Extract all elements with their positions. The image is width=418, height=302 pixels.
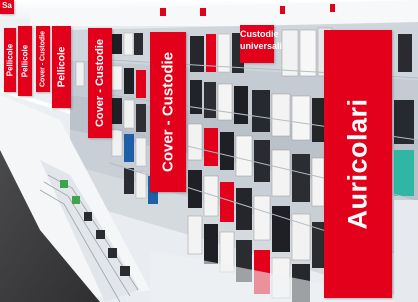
sign-pellicole-2: Pellicole <box>18 26 32 96</box>
store-aisle-photo: Sa Pellicole Pellicole Pellicole Cover -… <box>0 0 418 302</box>
sign-pellicole-1: Pellicole <box>4 28 16 92</box>
sign-cover-custodie-2: Cover - Custodie <box>88 28 112 138</box>
sign-cover-custodie-3-text: Cover - Custodie <box>159 51 177 173</box>
sign-cover-custodie-1: Cover - Custodie <box>36 26 50 92</box>
sign-custodie-universali-line2: universali <box>240 41 283 51</box>
sign-cover-custodie-3: Cover - Custodie <box>150 32 186 192</box>
sign-corner: Sa <box>0 0 14 14</box>
sign-pellicole-2-text: Pellicole <box>20 44 30 78</box>
sign-corner-text: Sa <box>2 1 12 10</box>
sign-pellicole-3: Pellicole <box>52 26 71 108</box>
sign-auricolari-text: Auricolari <box>342 98 373 230</box>
sign-pellicole-3-text: Pellicole <box>56 46 67 88</box>
sign-pellicole-1-text: Pellicole <box>5 43 15 77</box>
sign-cover-custodie-2-text: Cover - Custodie <box>94 38 106 128</box>
sign-custodie-universali-line1: Custodie <box>240 29 279 39</box>
sign-auricolari: Auricolari <box>324 30 392 298</box>
sign-custodie-universali: Custodie universali <box>240 25 283 63</box>
sign-cover-custodie-1-text: Cover - Custodie <box>39 30 47 88</box>
